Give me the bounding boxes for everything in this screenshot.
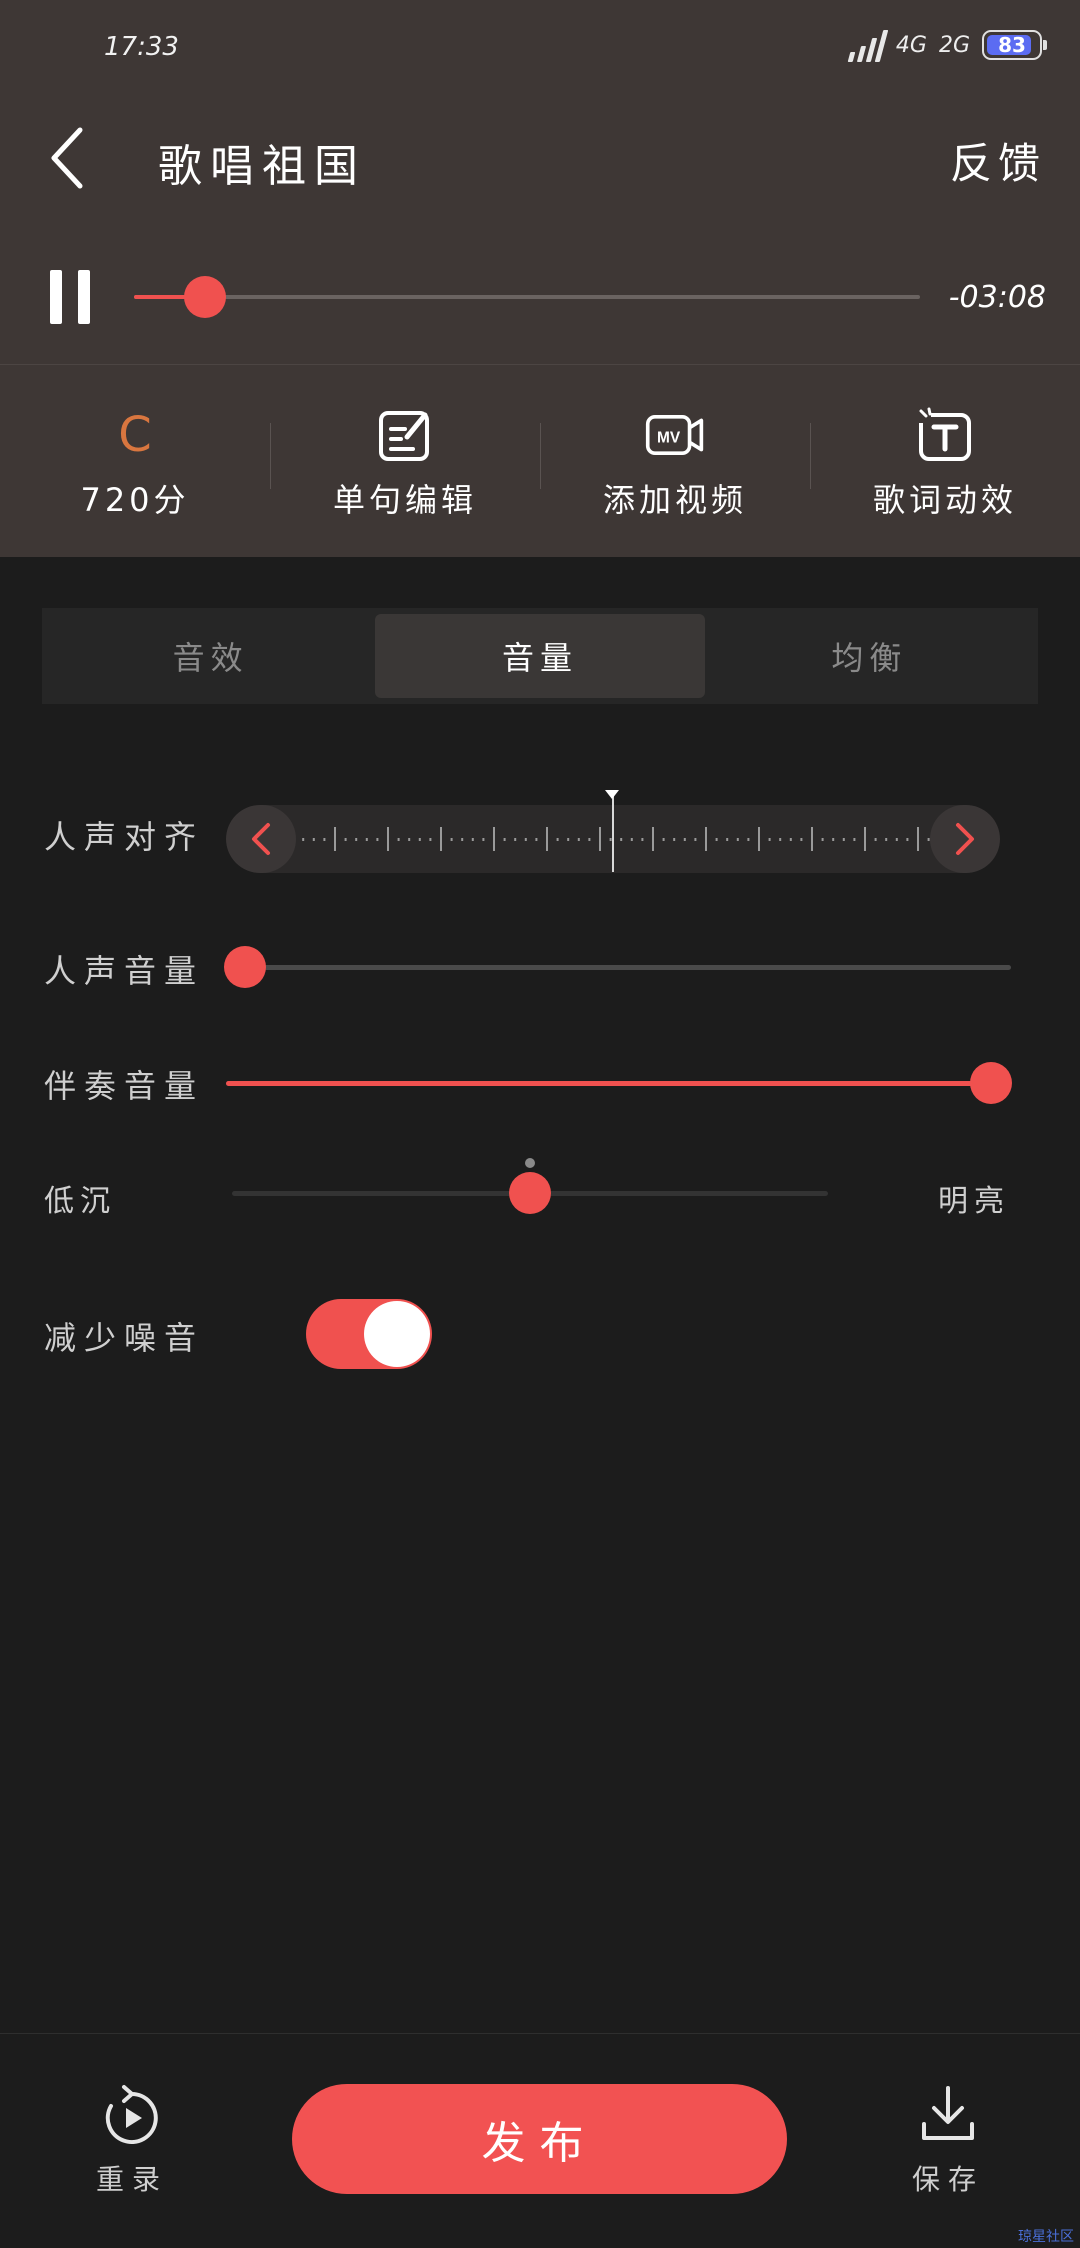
align-earlier-button[interactable]	[226, 805, 296, 873]
status-time: 17:33	[104, 32, 179, 62]
vocal-volume-label: 人声音量	[44, 952, 205, 990]
rerecord-button[interactable]: 重录	[72, 2084, 192, 2198]
save-button[interactable]: 保存	[888, 2084, 1008, 2198]
toggle-knob	[364, 1301, 430, 1367]
svg-text:MV: MV	[657, 429, 681, 446]
noise-reduction-toggle[interactable]	[306, 1299, 432, 1369]
score-label: 720分	[80, 481, 190, 519]
status-indicators: 4G 2G 83	[847, 28, 1047, 62]
tab-equalizer[interactable]: 均衡	[705, 614, 1034, 698]
download-icon	[922, 2086, 974, 2140]
tone-thumb[interactable]	[509, 1172, 551, 1214]
battery-icon: 83	[982, 30, 1047, 60]
add-video-label: 添加视频	[602, 481, 747, 519]
chevron-right-icon	[956, 823, 974, 855]
align-center-indicator	[612, 792, 614, 872]
publish-button[interactable]: 发布	[292, 2084, 787, 2194]
back-button[interactable]	[40, 120, 100, 192]
pause-bar-right	[78, 270, 90, 324]
rerecord-icon	[105, 2085, 158, 2144]
battery-level: 83	[998, 33, 1026, 57]
sentence-edit-button[interactable]: 单句编辑	[270, 365, 540, 557]
watermark: 琼星社区	[1018, 2229, 1074, 2245]
top-panel: 17:33 4G 2G 83 歌唱祖国 反馈 -03:08 C 720分 单句编…	[0, 0, 1080, 557]
chevron-left-icon	[51, 127, 83, 189]
chevron-left-icon	[252, 823, 270, 855]
tone-center-marker	[525, 1158, 535, 1168]
pause-button[interactable]	[50, 270, 92, 324]
tools-row: C 720分 单句编辑 MV 添加视频 歌词动效	[0, 365, 1080, 557]
tone-low-label: 低沉	[44, 1184, 116, 1219]
save-label: 保存	[911, 2163, 984, 2196]
vocal-volume-track	[245, 965, 1011, 970]
grade-letter: C	[118, 407, 152, 463]
playback-progress-thumb[interactable]	[183, 276, 226, 318]
vocal-align-label: 人声对齐	[44, 818, 205, 856]
accompaniment-volume-slider[interactable]	[226, 1062, 1012, 1104]
text-effect-icon	[915, 407, 975, 463]
mv-camera-icon: MV	[645, 407, 705, 463]
rerecord-label: 重录	[95, 2163, 168, 2196]
noise-reduction-label: 减少噪音	[44, 1319, 205, 1357]
vocal-volume-thumb[interactable]	[224, 946, 266, 988]
feedback-button[interactable]: 反馈	[950, 130, 1046, 191]
settings-tabs: 音效 音量 均衡	[42, 608, 1038, 704]
sentence-edit-label: 单句编辑	[332, 481, 477, 519]
signal-icon	[847, 28, 889, 62]
tab-sound-effect[interactable]: 音效	[46, 614, 375, 698]
vocal-volume-slider[interactable]	[224, 946, 1011, 988]
tone-high-label: 明亮	[938, 1184, 1010, 1219]
grade-badge: C	[105, 407, 165, 463]
align-later-button[interactable]	[930, 805, 1000, 873]
accompaniment-volume-fill	[226, 1081, 991, 1086]
playback-bar: -03:08	[0, 240, 1080, 350]
header: 歌唱祖国 反馈	[0, 96, 1080, 222]
edit-icon	[375, 407, 435, 463]
tone-slider[interactable]	[232, 1158, 828, 1214]
score-item[interactable]: C 720分	[0, 365, 270, 557]
playback-progress-slider[interactable]	[134, 276, 920, 318]
lyric-effect-button[interactable]: 歌词动效	[810, 365, 1080, 557]
bottom-action-bar: 重录 发布 保存	[0, 2034, 1080, 2248]
add-video-button[interactable]: MV 添加视频	[540, 365, 810, 557]
tab-volume[interactable]: 音量	[375, 614, 705, 698]
accompaniment-volume-label: 伴奏音量	[44, 1067, 205, 1105]
pause-bar-left	[50, 270, 62, 324]
status-bar: 17:33 4G 2G 83	[0, 0, 1080, 96]
align-center-marker-icon	[605, 790, 619, 799]
page-title: 歌唱祖国	[158, 141, 366, 192]
accompaniment-volume-thumb[interactable]	[970, 1062, 1012, 1104]
network-type-secondary: 2G	[938, 32, 970, 58]
lyric-effect-label: 歌词动效	[872, 481, 1017, 519]
time-remaining: -03:08	[948, 280, 1046, 315]
network-type: 4G	[895, 32, 927, 58]
